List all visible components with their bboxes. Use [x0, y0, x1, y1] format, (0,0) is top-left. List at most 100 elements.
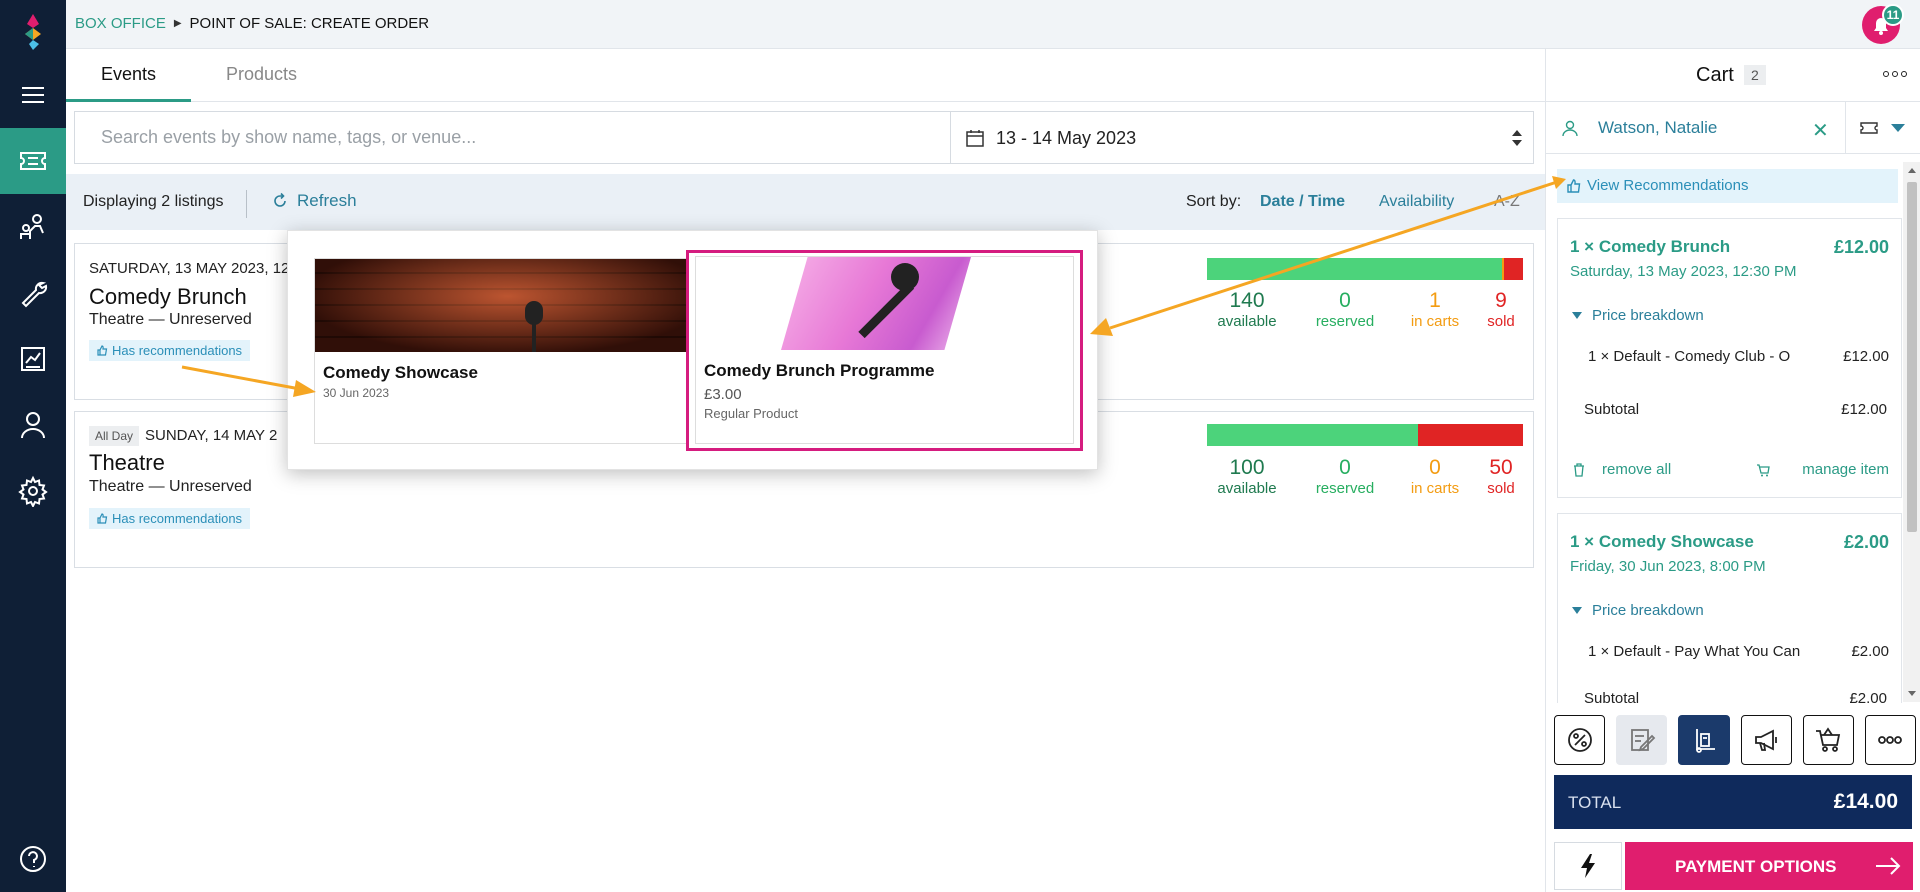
cart-icon[interactable] [1756, 463, 1770, 477]
recommendation-card-comedy-showcase[interactable]: Comedy Showcase 30 Jun 2023 [314, 258, 700, 444]
discount-button[interactable] [1554, 715, 1606, 765]
refresh-button[interactable]: Refresh [271, 191, 357, 211]
sort-date-time[interactable]: Date / Time [1260, 193, 1345, 211]
view-recommendations-button[interactable]: View Recommendations [1557, 169, 1898, 203]
availability-bar [1207, 424, 1523, 446]
subtotal-value: £12.00 [1841, 401, 1887, 418]
total-value: £14.00 [1833, 790, 1898, 813]
price-breakdown-toggle[interactable]: Price breakdown [1572, 602, 1704, 619]
tab-products[interactable]: Products [226, 64, 297, 85]
payment-options-button[interactable]: PAYMENT OPTIONS [1625, 842, 1913, 890]
cart-more-options-icon[interactable] [1883, 71, 1907, 77]
discount-icon [1567, 728, 1592, 752]
scroll-down-arrow-icon[interactable] [1908, 691, 1916, 696]
cart-item-date: Friday, 30 Jun 2023, 8:00 PM [1570, 558, 1766, 575]
breadcrumb-current-page: POINT OF SALE: CREATE ORDER [189, 15, 430, 32]
customer-selector[interactable]: Watson, Natalie ✕ [1546, 102, 1846, 154]
has-recommendations-badge[interactable]: Has recommendations [89, 340, 251, 361]
available-count: 140 [1229, 289, 1265, 312]
notifications-button[interactable]: 11 [1862, 4, 1904, 44]
subtotal-value: £2.00 [1849, 690, 1887, 703]
trash-icon[interactable] [1572, 463, 1586, 477]
event-search-input[interactable] [75, 112, 950, 163]
nav-box-office-ticket-icon[interactable] [0, 128, 66, 194]
scroll-up-arrow-icon[interactable] [1908, 168, 1916, 173]
sold-count: 50 [1489, 456, 1513, 479]
scrollbar-thumb[interactable] [1907, 182, 1917, 532]
nav-report-icon[interactable] [0, 326, 66, 392]
app-logo-icon[interactable] [19, 14, 47, 50]
payment-options-label: PAYMENT OPTIONS [1675, 857, 1837, 876]
listing-count: Displaying 2 listings [83, 193, 224, 210]
promotion-button[interactable] [1740, 715, 1792, 765]
help-icon[interactable] [0, 826, 66, 892]
available-stat: 100 available [1207, 456, 1287, 497]
thumbs-up-icon [97, 345, 108, 356]
available-stat: 140 available [1207, 289, 1287, 330]
cart-scrollbar[interactable] [1903, 162, 1920, 702]
microphone-image [781, 257, 971, 350]
more-options-button[interactable] [1864, 715, 1917, 765]
shopping-cart-button[interactable] [1802, 715, 1854, 765]
reserved-stat: 0 reserved [1305, 289, 1385, 330]
cart-header: Cart 2 [1546, 49, 1920, 102]
event-date: SATURDAY, 13 MAY 2023, 12 [89, 260, 290, 277]
sold-count: 9 [1495, 289, 1507, 312]
recommendation-price: £3.00 [704, 386, 742, 403]
refresh-label: Refresh [297, 191, 357, 210]
manage-item-link[interactable]: manage item [1802, 461, 1889, 478]
subtotal-label: Subtotal [1584, 401, 1640, 418]
remove-all-link[interactable]: remove all [1602, 461, 1671, 478]
event-title: Comedy Brunch [89, 284, 247, 309]
thumbs-up-icon [1567, 179, 1581, 193]
clear-customer-close-icon[interactable]: ✕ [1812, 118, 1829, 143]
notification-count-badge: 11 [1882, 4, 1904, 26]
reserved-count: 0 [1339, 456, 1351, 479]
cart-item-price: £2.00 [1843, 532, 1889, 552]
nav-people-icon[interactable] [0, 194, 66, 260]
recommendation-card-highlighted[interactable]: Comedy Brunch Programme £3.00 Regular Pr… [686, 250, 1083, 451]
price-line-amount: £12.00 [1843, 348, 1889, 365]
event-venue: Theatre — Unreserved [89, 311, 252, 328]
sort-by-label: Sort by: [1186, 193, 1242, 210]
reserved-label: reserved [1315, 313, 1375, 330]
quick-pay-button[interactable] [1554, 842, 1622, 890]
hamburger-menu-icon[interactable] [0, 62, 66, 128]
price-line-description: 1 × Default - Pay What You Can [1588, 643, 1801, 660]
price-breakdown-toggle[interactable]: Price breakdown [1572, 307, 1704, 324]
recommendations-popup: Comedy Showcase 30 Jun 2023 Comedy Brunc… [287, 230, 1098, 470]
cart-item-date: Saturday, 13 May 2023, 12:30 PM [1570, 263, 1797, 280]
ticket-type-dropdown[interactable] [1846, 102, 1920, 154]
sold-stat: 9 sold [1475, 289, 1527, 330]
recommendation-title: Comedy Brunch Programme [704, 361, 935, 380]
in-carts-stat: 0 in carts [1400, 456, 1470, 497]
view-recommendations-label: View Recommendations [1587, 177, 1749, 194]
price-line-amount: £2.00 [1851, 643, 1889, 660]
availability-bar-sold [1417, 424, 1523, 446]
sort-availability[interactable]: Availability [1379, 193, 1454, 211]
reserved-stat: 0 reserved [1305, 456, 1385, 497]
sort-a-z[interactable]: A-Z [1494, 193, 1520, 211]
has-recommendations-label: Has recommendations [112, 343, 243, 358]
breadcrumb-separator-icon: ▶ [173, 18, 182, 29]
event-date: SUNDAY, 14 MAY 2 [145, 427, 278, 444]
available-label: available [1217, 313, 1277, 330]
comedy-showcase-image [315, 259, 700, 352]
left-navigation [0, 0, 66, 892]
nav-user-icon[interactable] [0, 392, 66, 458]
has-recommendations-badge[interactable]: Has recommendations [89, 508, 251, 529]
nav-settings-gear-icon[interactable] [0, 458, 66, 524]
lightning-bolt-icon [1581, 854, 1595, 878]
breadcrumb-box-office[interactable]: BOX OFFICE [75, 15, 166, 32]
date-range-picker[interactable]: 13 - 14 May 2023 [950, 111, 1534, 164]
notes-button[interactable] [1616, 715, 1668, 765]
price-line-description: 1 × Default - Comedy Club - O [1588, 348, 1791, 365]
select-arrows-icon [1512, 130, 1522, 146]
nav-wrench-icon[interactable] [0, 260, 66, 326]
tab-events[interactable]: Events [101, 64, 156, 85]
available-label: available [1217, 480, 1277, 497]
price-breakdown-label: Price breakdown [1592, 602, 1704, 619]
all-day-badge: All Day [89, 426, 140, 446]
delivery-button[interactable] [1678, 715, 1730, 765]
toolbar-divider [246, 190, 247, 218]
